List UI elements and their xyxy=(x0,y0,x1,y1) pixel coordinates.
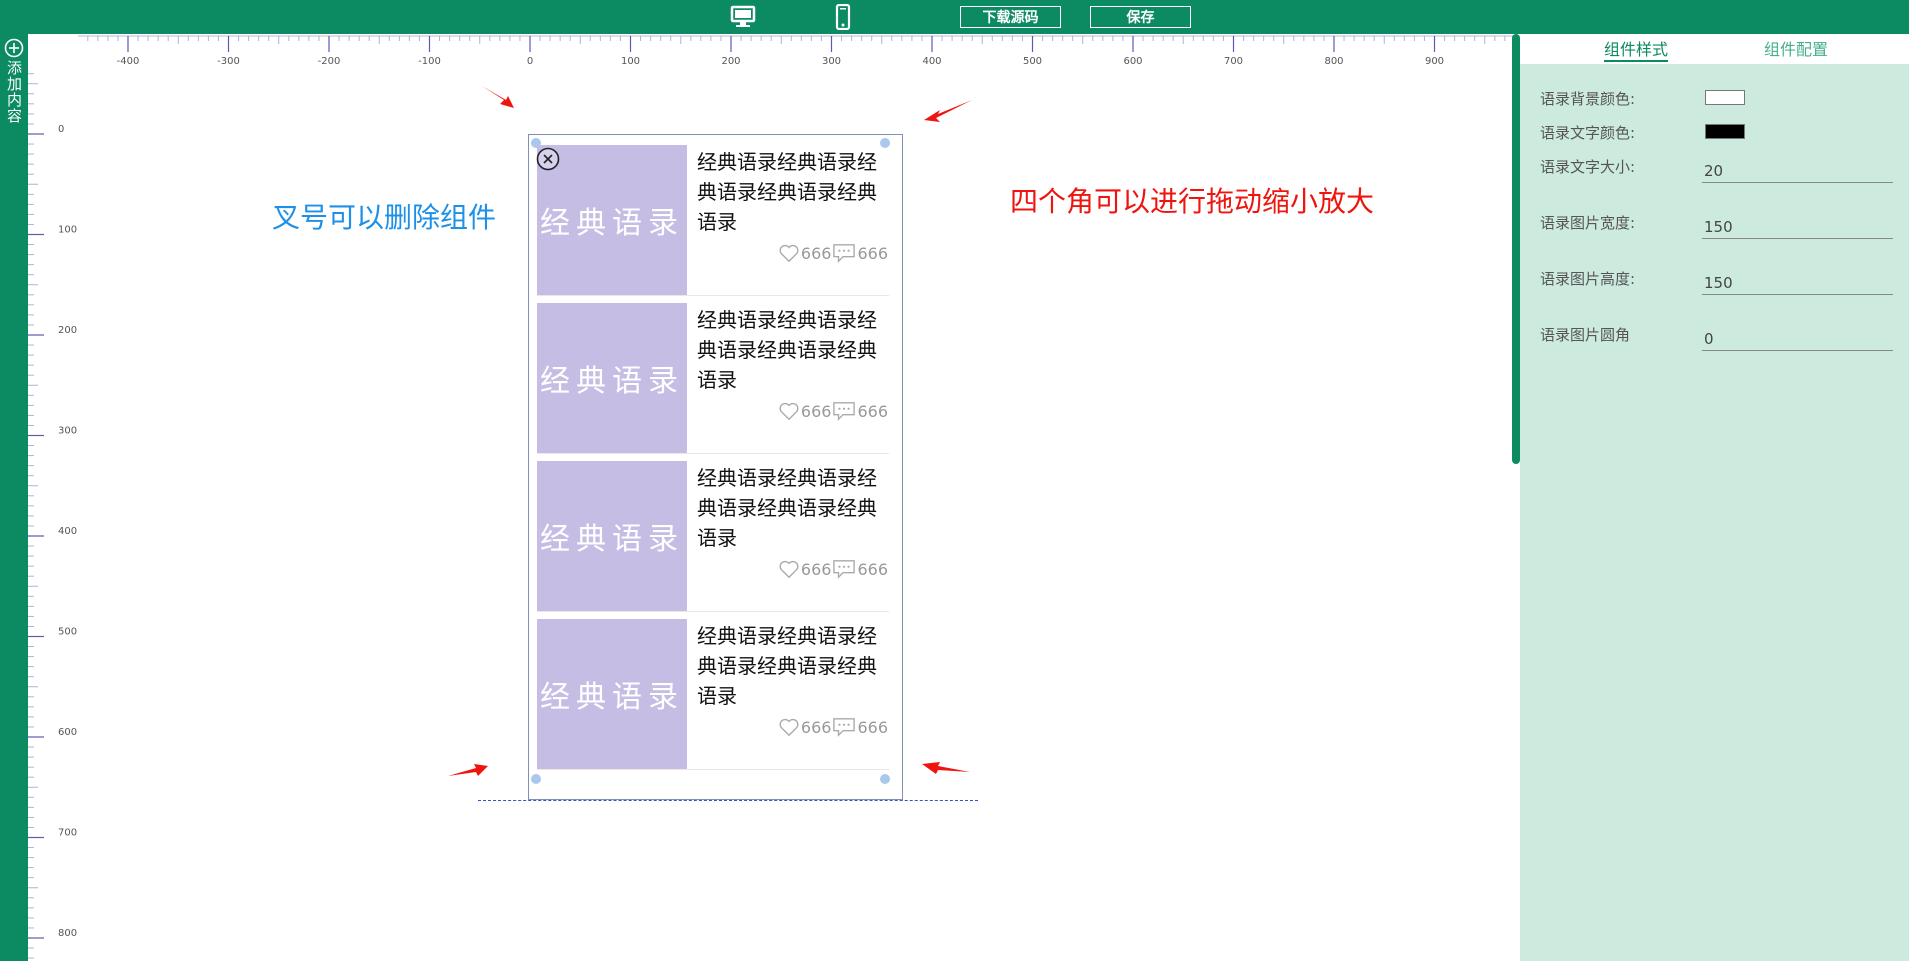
comment-count: 666 xyxy=(857,559,888,579)
heart-icon[interactable] xyxy=(778,716,800,738)
quote-text: 经典语录经典语录经典语录经典语录经典语录 xyxy=(697,624,877,708)
quote-item[interactable]: 经典语录 经典语录经典语录经典语录经典语录经典语录 666 666 xyxy=(537,145,889,296)
comment-icon[interactable] xyxy=(832,558,856,580)
active-tab-indicator xyxy=(1604,60,1668,62)
ruler-label: 500 xyxy=(58,627,77,638)
monitor-icon[interactable] xyxy=(728,4,758,30)
ruler-label: 700 xyxy=(1224,56,1243,67)
heart-icon[interactable] xyxy=(778,400,800,422)
save-button[interactable]: 保存 xyxy=(1090,6,1191,28)
top-toolbar: 下载源码 保存 xyxy=(0,0,1909,34)
ruler-label: 700 xyxy=(58,828,77,839)
mobile-phone-icon[interactable] xyxy=(828,4,858,30)
font-size-label: 语录文字大小: xyxy=(1540,158,1636,176)
plus-circle-icon xyxy=(4,38,24,58)
ruler-label: 100 xyxy=(621,56,640,67)
vertical-ruler: 0 100 200 300 400 500 600 700 800 xyxy=(28,73,77,959)
quote-list-component[interactable]: 经典语录 经典语录经典语录经典语录经典语录经典语录 666 666 经典语录 经… xyxy=(528,134,903,800)
left-sidebar: 添加内容 xyxy=(0,34,28,961)
bg-color-label: 语录背景颜色: xyxy=(1540,90,1636,108)
ruler-label: 300 xyxy=(822,56,841,67)
like-count: 666 xyxy=(800,401,832,421)
quote-image: 经典语录 xyxy=(537,619,687,769)
ruler-label: 400 xyxy=(922,56,941,67)
properties-panel: 组件样式 组件配置 语录背景颜色: 语录文字颜色: 语录文字大小: 语录图片宽度… xyxy=(1520,34,1909,961)
heart-icon[interactable] xyxy=(778,242,800,264)
img-radius-label: 语录图片圆角 xyxy=(1540,326,1631,344)
arrow-down-left xyxy=(924,100,972,122)
ruler-label: 800 xyxy=(1324,56,1343,67)
quote-text: 经典语录经典语录经典语录经典语录经典语录 xyxy=(697,308,877,392)
resize-hint-annotation: 四个角可以进行拖动缩小放大 xyxy=(1010,185,1375,218)
alignment-guide xyxy=(478,800,978,801)
comment-icon[interactable] xyxy=(832,716,856,738)
horizontal-ruler: -400 -300 -200 -100 0 100 200 300 400 500 600 700 80… xyxy=(28,34,1518,74)
ruler-label: 100 xyxy=(58,225,77,236)
comment-count: 666 xyxy=(857,243,888,263)
resize-handle-bottom-right[interactable] xyxy=(880,774,890,784)
comment-count: 666 xyxy=(857,401,888,421)
font-size-input[interactable] xyxy=(1702,160,1893,183)
ruler-label: 600 xyxy=(1123,56,1142,67)
quote-item[interactable]: 经典语录 经典语录经典语录经典语录经典语录经典语录 666 666 xyxy=(537,461,889,612)
arrow-down-right xyxy=(482,86,514,108)
quote-image: 经典语录 xyxy=(537,303,687,453)
ruler-label: 800 xyxy=(58,928,77,939)
ruler-label: -200 xyxy=(318,56,341,67)
ruler-label: 500 xyxy=(1023,56,1042,67)
comment-icon[interactable] xyxy=(832,400,856,422)
like-count: 666 xyxy=(800,243,832,263)
img-width-input[interactable] xyxy=(1702,216,1893,239)
ruler-label: 0 xyxy=(58,124,64,135)
comment-icon[interactable] xyxy=(832,242,856,264)
text-color-label: 语录文字颜色: xyxy=(1540,124,1636,142)
img-height-label: 语录图片高度: xyxy=(1540,270,1636,288)
img-height-input[interactable] xyxy=(1702,272,1893,295)
like-count: 666 xyxy=(800,717,832,737)
tab-component-config[interactable]: 组件配置 xyxy=(1764,36,1828,60)
ruler-label: 400 xyxy=(58,526,77,537)
ruler-label: 200 xyxy=(58,325,77,336)
canvas-scrollbar[interactable] xyxy=(1512,34,1520,464)
quote-text: 经典语录经典语录经典语录经典语录经典语录 xyxy=(697,466,877,550)
img-width-label: 语录图片宽度: xyxy=(1540,214,1636,232)
add-content-button[interactable]: 添加内容 xyxy=(0,38,28,124)
quote-text: 经典语录经典语录经典语录经典语录经典语录 xyxy=(697,150,877,234)
quote-stats: 666 666 xyxy=(778,557,889,581)
download-source-button[interactable]: 下载源码 xyxy=(960,6,1061,28)
panel-tabs: 组件样式 组件配置 xyxy=(1520,34,1909,64)
add-content-label: 添加内容 xyxy=(5,60,23,124)
delete-hint-annotation: 叉号可以删除组件 xyxy=(272,201,497,234)
bg-color-swatch[interactable] xyxy=(1705,90,1745,105)
ruler-label: -300 xyxy=(217,56,240,67)
quote-item[interactable]: 经典语录 经典语录经典语录经典语录经典语录经典语录 666 666 xyxy=(537,619,889,770)
comment-count: 666 xyxy=(857,717,888,737)
ruler-label: -400 xyxy=(117,56,140,67)
ruler-label: 300 xyxy=(58,426,77,437)
like-count: 666 xyxy=(800,559,832,579)
tab-component-style[interactable]: 组件样式 xyxy=(1604,36,1668,60)
ruler-label: 200 xyxy=(721,56,740,67)
arrow-up-left xyxy=(922,762,970,774)
quote-stats: 666 666 xyxy=(778,399,889,423)
img-radius-input[interactable] xyxy=(1702,328,1893,351)
ruler-label: 900 xyxy=(1425,56,1444,67)
resize-handle-bottom-left[interactable] xyxy=(531,774,541,784)
close-circle-icon[interactable] xyxy=(536,147,560,171)
ruler-label: -100 xyxy=(418,56,441,67)
quote-image: 经典语录 xyxy=(537,461,687,611)
text-color-swatch[interactable] xyxy=(1705,124,1745,139)
arrow-up-right xyxy=(448,764,488,776)
quote-stats: 666 666 xyxy=(778,241,889,265)
quote-stats: 666 666 xyxy=(778,715,889,739)
ruler-label: 0 xyxy=(527,56,533,67)
heart-icon[interactable] xyxy=(778,558,800,580)
ruler-label: 600 xyxy=(58,727,77,738)
quote-item[interactable]: 经典语录 经典语录经典语录经典语录经典语录经典语录 666 666 xyxy=(537,303,889,454)
